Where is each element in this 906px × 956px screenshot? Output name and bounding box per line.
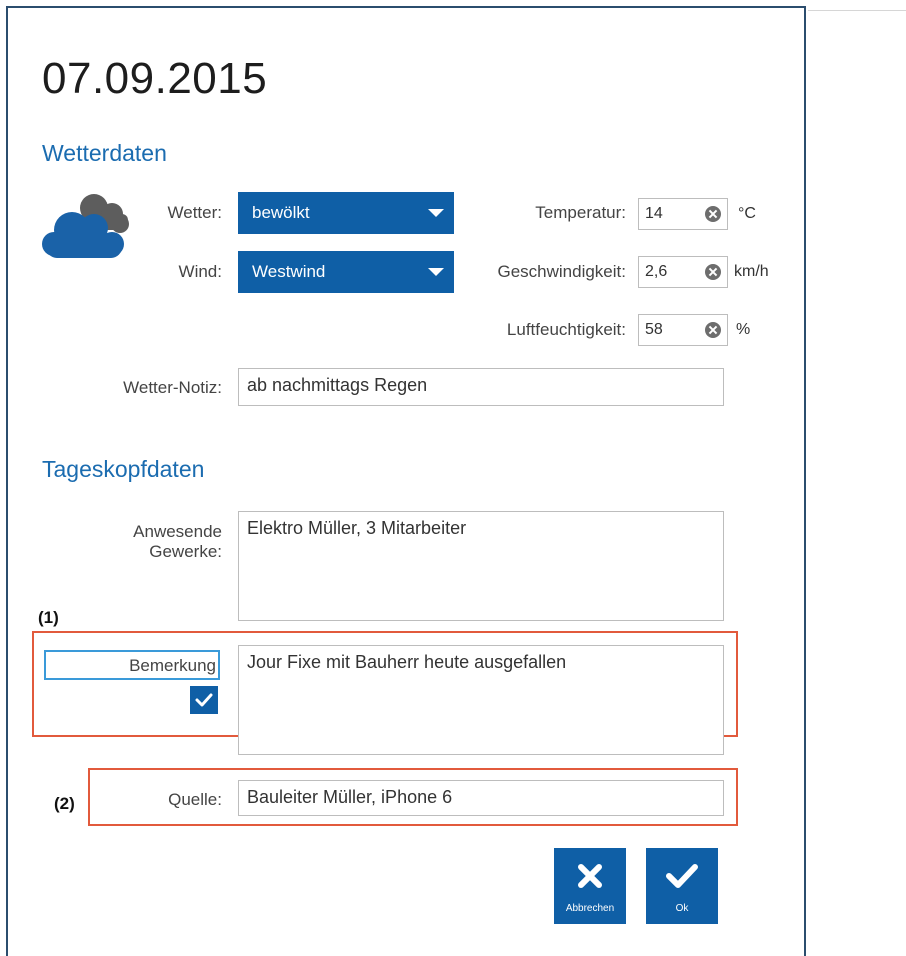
trades-value: Elektro Müller, 3 Mitarbeiter bbox=[247, 518, 467, 538]
wind-label: Wind: bbox=[178, 262, 222, 281]
day-header-section-title: Tageskopfdaten bbox=[42, 456, 205, 482]
cloudy-weather-icon bbox=[42, 194, 129, 258]
remark-label: Bemerkung bbox=[129, 656, 216, 675]
day-data-dialog: 07.09.2015 Wetterdaten Wetter: bewölkt T… bbox=[6, 6, 806, 956]
temperature-input[interactable]: 14 bbox=[638, 198, 728, 230]
trades-label: Anwesende Gewerke: bbox=[68, 522, 222, 562]
speed-value: 2,6 bbox=[645, 263, 668, 280]
annotation-2: (2) bbox=[54, 794, 75, 813]
remark-label-field[interactable]: Bemerkung bbox=[44, 650, 220, 680]
remark-textarea[interactable]: Jour Fixe mit Bauherr heute ausgefallen bbox=[238, 645, 724, 755]
speed-label: Geschwindigkeit: bbox=[497, 262, 626, 281]
source-value: Bauleiter Müller, iPhone 6 bbox=[247, 787, 453, 807]
cancel-button-label: Abbrechen bbox=[565, 903, 615, 914]
weather-note-value: ab nachmittags Regen bbox=[247, 375, 428, 395]
temperature-value: 14 bbox=[645, 205, 663, 222]
humidity-value: 58 bbox=[645, 321, 663, 338]
close-icon bbox=[578, 864, 602, 888]
remark-checkbox[interactable] bbox=[190, 686, 218, 714]
annotation-1: (1) bbox=[38, 608, 59, 627]
weather-note-label: Wetter-Notiz: bbox=[123, 378, 222, 397]
window-edge-line bbox=[808, 10, 906, 11]
temperature-unit: °C bbox=[738, 205, 756, 222]
weather-select[interactable]: bewölkt bbox=[238, 192, 454, 234]
source-input[interactable]: Bauleiter Müller, iPhone 6 bbox=[238, 780, 724, 816]
weather-note-input[interactable]: ab nachmittags Regen bbox=[238, 368, 724, 406]
cancel-button[interactable]: Abbrechen bbox=[554, 848, 626, 924]
chevron-down-icon bbox=[428, 268, 444, 276]
temperature-label: Temperatur: bbox=[535, 203, 626, 222]
chevron-down-icon bbox=[428, 209, 444, 217]
page-title: 07.09.2015 bbox=[42, 54, 268, 103]
clear-icon[interactable] bbox=[705, 206, 721, 222]
source-label: Quelle: bbox=[168, 790, 222, 809]
wind-select-value: Westwind bbox=[252, 262, 326, 281]
checkmark-icon bbox=[666, 864, 698, 888]
humidity-input[interactable]: 58 bbox=[638, 314, 728, 346]
wind-select[interactable]: Westwind bbox=[238, 251, 454, 293]
ok-button-label: Ok bbox=[675, 903, 689, 914]
remark-value: Jour Fixe mit Bauherr heute ausgefallen bbox=[247, 652, 567, 672]
trades-label-line2: Gewerke: bbox=[149, 542, 222, 561]
speed-input[interactable]: 2,6 bbox=[638, 256, 728, 288]
speed-unit: km/h bbox=[734, 263, 769, 280]
checkmark-icon bbox=[195, 693, 213, 707]
clear-icon[interactable] bbox=[705, 264, 721, 280]
weather-section-title: Wetterdaten bbox=[42, 140, 167, 166]
clear-icon[interactable] bbox=[705, 322, 721, 338]
humidity-label: Luftfeuchtigkeit: bbox=[506, 320, 626, 339]
trades-textarea[interactable]: Elektro Müller, 3 Mitarbeiter bbox=[238, 511, 724, 621]
ok-button[interactable]: Ok bbox=[646, 848, 718, 924]
trades-label-line1: Anwesende bbox=[133, 522, 222, 541]
weather-label: Wetter: bbox=[167, 203, 222, 222]
weather-select-value: bewölkt bbox=[252, 203, 310, 222]
humidity-unit: % bbox=[736, 321, 751, 338]
